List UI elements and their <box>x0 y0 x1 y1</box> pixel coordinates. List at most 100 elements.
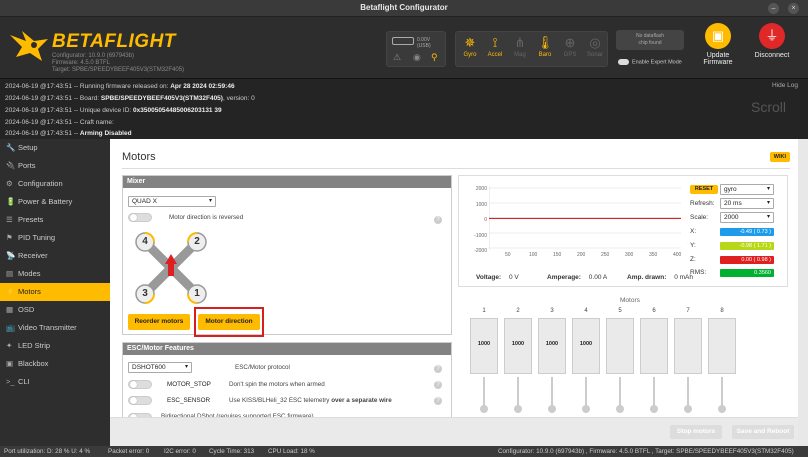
ytick: 0 <box>484 217 487 223</box>
nav-led-strip[interactable]: ✦ LED Strip <box>0 337 110 355</box>
y-label: Y: <box>690 242 696 249</box>
sensor-gyro-label: Gyro <box>463 52 477 58</box>
stop-motors-button[interactable]: Stop motors <box>670 425 722 439</box>
nav-cli[interactable]: >_ CLI <box>0 373 110 391</box>
sensor-accel-label: Accel <box>487 52 503 58</box>
help-icon[interactable]: ? <box>434 365 442 373</box>
gps-icon: ⊕ <box>564 35 576 50</box>
graph-yticks: 2000 1000 0 -1000 -2000 <box>461 182 487 260</box>
dataflash-line-2: chip found <box>638 40 662 46</box>
motor-slider-6[interactable] <box>650 405 658 413</box>
ytick: 2000 <box>475 186 487 192</box>
sensor-status: ✵ Gyro ⟟ Accel ⋔ Mag 🌡 Baro ⊕ GPS ◎ Sonar <box>455 31 608 67</box>
window-title: Betaflight Configurator <box>360 3 448 12</box>
motor-stop-switch[interactable] <box>128 380 152 389</box>
nav-osd[interactable]: ▦ OSD <box>0 301 110 319</box>
nav-label: OSD <box>18 305 35 314</box>
page-scrollbar[interactable] <box>798 139 808 446</box>
close-button[interactable]: × <box>788 3 799 14</box>
esc-protocol-label: ESC/Motor protocol <box>235 364 290 371</box>
nav-setup[interactable]: 🔧 Setup <box>0 139 110 157</box>
motor-slider-4[interactable] <box>582 405 590 413</box>
nav-ports[interactable]: 🔌 Ports <box>0 157 110 175</box>
nav-label: LED Strip <box>18 341 51 350</box>
gyro-icon: ✵ <box>464 35 476 50</box>
sensor-select[interactable]: gyro <box>720 184 774 195</box>
accel-icon: ⟟ <box>492 35 498 50</box>
rms-value-bar: 0.3560 <box>720 269 774 277</box>
app-header: BETAFLIGHT Configurator: 10.9.0 (697943b… <box>0 17 808 78</box>
nav-blackbox[interactable]: ▣ Blackbox <box>0 355 110 373</box>
link-icon: ⚲ <box>431 52 438 62</box>
nav-configuration[interactable]: ⚙ Configuration <box>0 175 110 193</box>
motor-direction-switch[interactable] <box>128 213 152 222</box>
disconnect-label: Disconnect <box>754 52 790 59</box>
z-value-bar: 0.00 ( 0.98 ) <box>720 256 774 264</box>
sidebar: 🔧 Setup 🔌 Ports ⚙ Configuration 🔋 Power & Ba… <box>0 139 110 446</box>
nav-motors[interactable]: ⚡ Motors <box>0 283 110 301</box>
nav-label: CLI <box>18 377 30 386</box>
nav-pid-tuning[interactable]: ⚑ PID Tuning <box>0 229 110 247</box>
motor-number: 7 <box>686 308 690 314</box>
help-icon[interactable]: ? <box>434 381 442 389</box>
chip-icon: ▣ <box>705 23 731 49</box>
nav-receiver[interactable]: 📡 Receiver <box>0 247 110 265</box>
sensor-baro-label: Baro <box>538 52 552 58</box>
motor-slider-8[interactable] <box>718 405 726 413</box>
warning-icon: ⚠ <box>393 52 402 62</box>
motor-number: 2 <box>516 308 520 314</box>
nav-label: Modes <box>18 269 41 278</box>
led-icon: ✦ <box>6 341 13 350</box>
motor-output-bar <box>640 318 668 374</box>
log-text: 2024-06-19 @17:43:51 -- <box>5 130 80 137</box>
hide-log-link[interactable]: Hide Log <box>772 82 798 89</box>
help-icon[interactable]: ? <box>434 216 442 224</box>
cli-icon: >_ <box>6 377 15 386</box>
esc-protocol-select[interactable]: DSHOT600 <box>128 362 192 373</box>
wiki-button[interactable]: WIKI <box>769 152 790 162</box>
nav-label: Presets <box>18 215 44 224</box>
nav-power-battery[interactable]: 🔋 Power & Battery <box>0 193 110 211</box>
mixer-select[interactable]: QUAD X <box>128 196 216 207</box>
wrench-icon: 🔧 <box>6 143 16 152</box>
log-bold: Arming Disabled <box>79 130 132 137</box>
disconnect-button[interactable]: ⏚ Disconnect <box>748 23 796 59</box>
log-line: 2024-06-19 @17:43:51 -- Arming Disabled <box>5 130 132 137</box>
osd-icon: ▦ <box>6 305 14 314</box>
motor-slider-5[interactable] <box>616 405 624 413</box>
voltage-readout: Voltage: 0 V <box>476 274 519 281</box>
betaflight-logo <box>10 31 48 61</box>
esc-title: ESC/Motor Features <box>123 343 451 355</box>
update-firmware-button[interactable]: ▣ Update Firmware <box>694 23 742 66</box>
refresh-select[interactable]: 20 ms <box>720 198 774 209</box>
nav-presets[interactable]: ☰ Presets <box>0 211 110 229</box>
page-title: Motors <box>122 151 156 163</box>
motor-slider-3[interactable] <box>548 405 556 413</box>
motor-slider-7[interactable] <box>684 405 692 413</box>
save-reboot-button[interactable]: Save and Reboot <box>732 425 794 439</box>
nav-modes[interactable]: ▤ Modes <box>0 265 110 283</box>
usb-icon: ⏚ <box>759 23 785 49</box>
reset-button[interactable]: RESET <box>690 185 718 194</box>
scale-select[interactable]: 2000 <box>720 212 774 223</box>
update-label-1: Update <box>706 52 730 59</box>
esc-sensor-desc-bold: over a separate wire <box>331 397 392 404</box>
nav-label: Setup <box>18 143 38 152</box>
expert-mode-toggle[interactable]: Enable Expert Mode <box>618 59 682 65</box>
minimize-button[interactable]: – <box>768 3 779 14</box>
mah-readout: Amp. drawn: 0 mAh <box>627 274 693 281</box>
sensor-gps-label: GPS <box>563 52 577 58</box>
nav-label: Configuration <box>18 179 63 188</box>
nav-label: Ports <box>18 161 36 170</box>
nav-video-transmitter[interactable]: 📺 Video Transmitter <box>0 319 110 337</box>
motor-slider-1[interactable] <box>480 405 488 413</box>
motor-number: 3 <box>550 308 554 314</box>
motor-number: 5 <box>618 308 622 314</box>
toggle-switch[interactable] <box>618 59 629 65</box>
reorder-motors-button[interactable]: Reorder motors <box>128 314 190 330</box>
scale-label: Scale: <box>690 214 709 221</box>
motor-slider-2[interactable] <box>514 405 522 413</box>
help-icon[interactable]: ? <box>434 397 442 405</box>
esc-sensor-switch[interactable] <box>128 396 152 405</box>
scroll-watermark: Scroll <box>750 99 786 115</box>
